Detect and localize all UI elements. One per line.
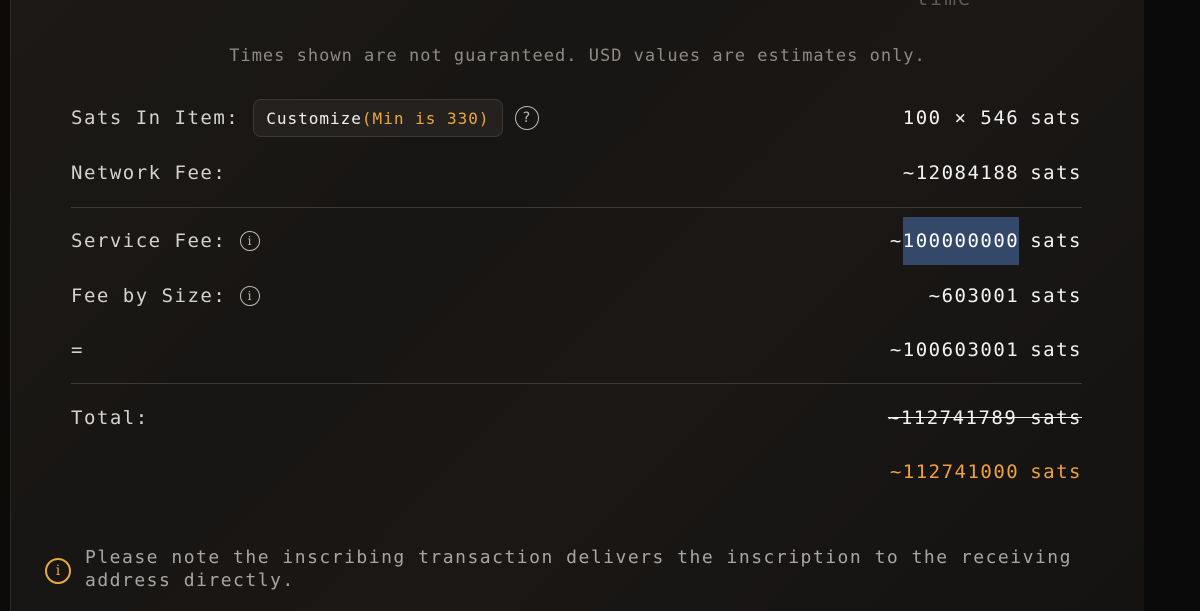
- delivery-note: i Please note the inscribing transaction…: [45, 546, 1105, 592]
- divider: [71, 383, 1082, 384]
- total-discounted-amount: ~112741000: [889, 461, 1020, 483]
- customize-label: Customize: [266, 108, 362, 128]
- total-label: Total:: [71, 407, 149, 429]
- sats-unit: sats: [1030, 285, 1082, 307]
- service-fee-amount-selected[interactable]: 100000000: [902, 217, 1020, 265]
- sats-unit: sats: [1030, 162, 1082, 184]
- service-subtotal-value: ~100603001 sats: [890, 339, 1082, 361]
- delivery-note-text: Please note the inscribing transaction d…: [85, 547, 1072, 591]
- total-discounted-value: ~112741000 sats: [890, 461, 1082, 483]
- help-icon[interactable]: ?: [514, 106, 539, 130]
- sats-unit: sats: [1030, 461, 1082, 483]
- fee-by-size-value: ~603001 sats: [929, 285, 1082, 307]
- network-fee-row: Network Fee: ~12084188 sats: [71, 153, 1082, 193]
- service-fee-prefix: ~: [889, 230, 903, 252]
- sats-in-item-amount: 100 × 546: [902, 107, 1020, 129]
- fee-by-size-label-text: Fee by Size:: [71, 285, 227, 307]
- sats-unit: sats: [1030, 230, 1082, 252]
- service-fee-row: Service Fee: i ~100000000 sats: [71, 217, 1082, 265]
- customize-button[interactable]: Customize (Min is 330): [253, 99, 503, 137]
- sats-unit: sats: [1030, 107, 1082, 129]
- service-subtotal-row: = ~100603001 sats: [71, 330, 1082, 370]
- divider: [71, 207, 1082, 208]
- fee-summary-panel: time Times shown are not guaranteed. USD…: [10, 0, 1145, 611]
- sats-in-item-row: Sats In Item: Customize (Min is 330) ? 10…: [71, 98, 1082, 138]
- service-fee-value: ~100000000 sats: [890, 217, 1082, 265]
- warning-info-icon: i: [45, 558, 71, 584]
- total-row: Total: ~112741789 sats: [71, 398, 1082, 438]
- window-edge: [1144, 0, 1200, 611]
- info-icon[interactable]: i: [240, 286, 261, 306]
- total-discounted-row: ~112741000 sats: [71, 452, 1082, 492]
- fee-by-size-amount: ~603001: [928, 285, 1020, 307]
- fee-by-size-row: Fee by Size: i ~603001 sats: [71, 276, 1082, 316]
- sats-in-item-value: 100 × 546 sats: [903, 107, 1082, 129]
- sats-unit: sats: [1030, 339, 1082, 361]
- info-icon[interactable]: i: [240, 231, 261, 251]
- network-fee-amount: ~12084188: [902, 162, 1020, 184]
- service-fee-label-text: Service Fee:: [71, 230, 227, 252]
- fee-by-size-label: Fee by Size: i: [71, 285, 261, 307]
- network-fee-label: Network Fee:: [71, 162, 227, 184]
- sats-in-item-label: Sats In Item:: [71, 107, 240, 129]
- estimate-disclaimer: Times shown are not guaranteed. USD valu…: [229, 46, 926, 66]
- customize-min-hint: (Min is 330): [361, 108, 490, 128]
- section-heading: time: [916, 0, 972, 10]
- equals-sign: =: [71, 339, 84, 361]
- network-fee-value: ~12084188 sats: [903, 162, 1082, 184]
- service-subtotal-amount: ~100603001: [889, 339, 1020, 361]
- service-fee-label: Service Fee: i: [71, 230, 261, 252]
- total-original-value: ~112741789 sats: [887, 407, 1082, 429]
